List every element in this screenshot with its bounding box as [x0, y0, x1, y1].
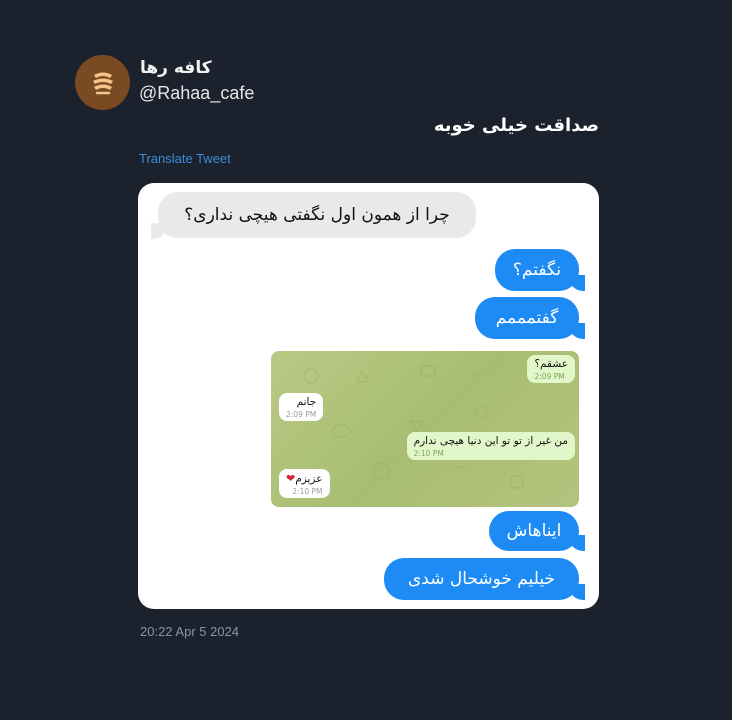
screenshot-message: عزیزم❤ 2:10 PM — [279, 469, 330, 498]
cafe-logo-icon — [92, 72, 113, 94]
screenshot-message-time: 2:09 PM — [286, 410, 317, 419]
screenshot-message-time: 2:10 PM — [413, 449, 444, 458]
author-name[interactable]: کافه رها — [140, 58, 212, 78]
screenshot-message-text: عشقم؟ — [534, 358, 568, 370]
tweet-text: صداقت خیلی خوبه — [433, 115, 599, 136]
screenshot-message: عشقم؟ 2:09 PM — [527, 355, 575, 383]
sent-message: ایناهاش — [489, 511, 579, 551]
avatar[interactable] — [75, 55, 130, 110]
sent-message: گفتمممم — [475, 297, 579, 339]
screenshot-message: جانم 2:09 PM — [279, 393, 324, 421]
author-handle[interactable]: @Rahaa_cafe — [139, 83, 254, 104]
tweet-timestamp[interactable]: 20:22 Apr 5 2024 — [140, 624, 239, 639]
screenshot-message-text: جانم — [296, 396, 317, 408]
screenshot-message-time: 2:10 PM — [292, 487, 323, 496]
received-message: چرا از همون اول نگفتی هیچی نداری؟ — [158, 192, 476, 238]
screenshot-message-text: عزیزم — [295, 473, 323, 485]
chat-screenshot: عشقم؟ 2:09 PM جانم 2:09 PM من غیر از تو … — [271, 351, 579, 507]
screenshot-message: من غیر از تو تو این دنیا هیچی ندارم 2:10… — [406, 432, 575, 460]
screenshot-message-text: من غیر از تو تو این دنیا هیچی ندارم — [413, 435, 568, 447]
sent-message: خیلیم خوشحال شدی — [384, 558, 579, 600]
translate-tweet-link[interactable]: Translate Tweet — [139, 151, 231, 166]
heart-icon: ❤ — [286, 472, 296, 485]
screenshot-message-time: 2:09 PM — [534, 372, 565, 381]
sent-message: نگفتم؟ — [495, 249, 579, 291]
tweet-image[interactable]: چرا از همون اول نگفتی هیچی نداری؟ نگفتم؟… — [138, 183, 599, 609]
